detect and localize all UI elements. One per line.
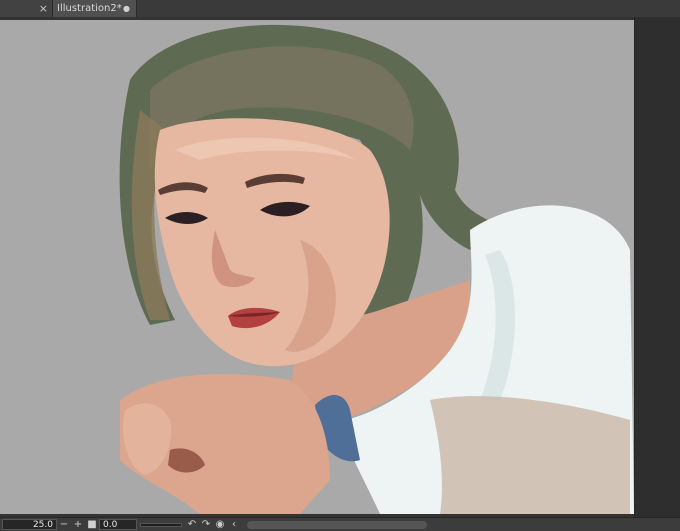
- reset-rotation-icon[interactable]: ◉: [213, 519, 227, 531]
- app-window: × Illustration2* ● 25.0 − + ■ 0.0 ↶ ↷ ◉ …: [0, 0, 680, 531]
- horizontal-scrollbar[interactable]: [247, 520, 427, 529]
- zoom-in-icon[interactable]: +: [71, 519, 85, 531]
- rotation-field[interactable]: 0.0: [99, 519, 137, 530]
- modified-dot-icon[interactable]: ●: [123, 4, 130, 13]
- shirt-lower: [430, 396, 630, 514]
- flip-icon[interactable]: ‹: [227, 519, 241, 531]
- painting: [0, 20, 634, 514]
- right-panel-edge: [634, 17, 680, 517]
- document-tab-bar: × Illustration2* ●: [0, 0, 680, 17]
- rotation-slider[interactable]: [140, 522, 182, 527]
- zoom-field[interactable]: 25.0: [2, 519, 57, 530]
- rotation-value: 0.0: [103, 519, 118, 530]
- drawing-canvas[interactable]: [0, 20, 634, 514]
- status-bar: 25.0 − + ■ 0.0 ↶ ↷ ◉ ‹: [0, 517, 680, 531]
- rotate-left-icon[interactable]: ↶: [185, 519, 199, 531]
- fit-icon[interactable]: ■: [85, 519, 99, 531]
- zoom-value: 25.0: [32, 519, 53, 530]
- tab-label: Illustration2*: [57, 3, 122, 14]
- zoom-out-icon[interactable]: −: [57, 519, 71, 531]
- tab-illustration2[interactable]: Illustration2* ●: [53, 0, 137, 17]
- tab-previous-document[interactable]: ×: [0, 0, 53, 17]
- close-icon[interactable]: ×: [39, 3, 48, 14]
- canvas-workspace: [0, 17, 680, 517]
- rotate-right-icon[interactable]: ↷: [199, 519, 213, 531]
